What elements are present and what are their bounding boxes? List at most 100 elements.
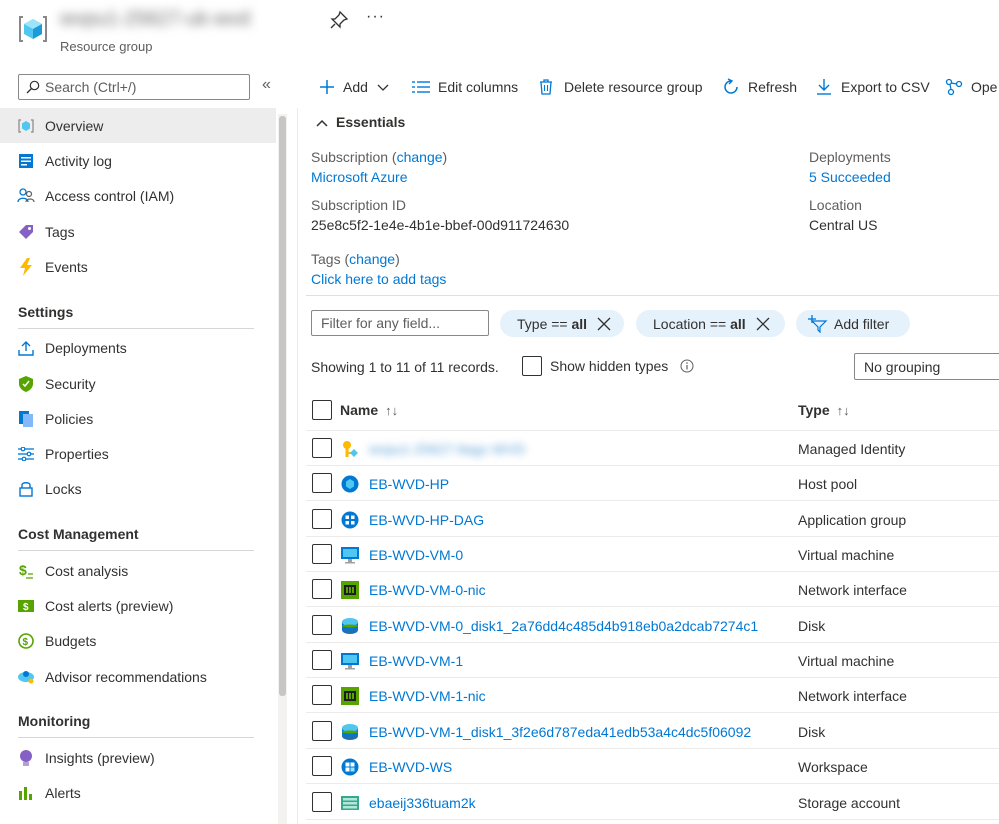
sidebar-item-cost-analysis[interactable]: $ Cost analysis (0, 553, 276, 588)
sidebar-item-policies[interactable]: Policies (0, 401, 276, 436)
collapse-sidebar-icon[interactable]: « (262, 76, 271, 94)
table-row[interactable]: EB-WVD-VM-0-nic Network interface (306, 572, 999, 607)
info-icon[interactable] (680, 359, 694, 373)
sidebar-item-advisor[interactable]: Advisor recommendations (0, 659, 276, 694)
add-filter-button[interactable]: Add filter (796, 310, 910, 337)
sidebar-item-budgets[interactable]: $ Budgets (0, 623, 276, 658)
sidebar-item-events[interactable]: Events (0, 249, 276, 284)
row-checkbox[interactable] (312, 615, 332, 635)
resource-name-link[interactable]: EB-WVD-HP (369, 476, 449, 492)
sidebar-item-insights[interactable]: Insights (preview) (0, 740, 276, 775)
sidebar-item-properties[interactable]: Properties (0, 436, 276, 471)
column-header-type[interactable]: Type ↑↓ (798, 402, 850, 418)
show-hidden-types-checkbox[interactable] (522, 356, 542, 376)
row-checkbox[interactable] (312, 509, 332, 529)
subscription-value-link[interactable]: Microsoft Azure (311, 169, 407, 185)
resource-name-link[interactable]: ebaeij336tuam2k (369, 795, 476, 811)
resource-type: Disk (798, 618, 826, 634)
row-checkbox[interactable] (312, 756, 332, 776)
tag-icon (17, 223, 35, 241)
sidebar-search[interactable] (18, 74, 250, 100)
table-row[interactable]: EB-WVD-VM-1_disk1_3f2e6d787eda41edb53a4c… (306, 714, 999, 749)
resource-name-link[interactable]: EB-WVD-VM-1_disk1_3f2e6d787eda41edb53a4c… (369, 724, 751, 740)
sidebar-item-tags[interactable]: Tags (0, 214, 276, 249)
column-header-name[interactable]: Name ↑↓ (340, 402, 398, 418)
refresh-button[interactable]: Refresh (722, 72, 797, 102)
table-row[interactable]: ebaeij336tuam2k Storage account (306, 785, 999, 820)
row-checkbox[interactable] (312, 473, 332, 493)
sidebar-item-deployments[interactable]: Deployments (0, 330, 276, 365)
row-checkbox[interactable] (312, 685, 332, 705)
sidebar-item-overview[interactable]: Overview (0, 108, 276, 143)
row-checkbox[interactable] (312, 438, 332, 458)
table-row[interactable]: EB-WVD-WS Workspace (306, 749, 999, 784)
resource-name-link[interactable]: EB-WVD-HP-DAG (369, 512, 484, 528)
edit-columns-button[interactable]: Edit columns (412, 72, 518, 102)
add-tags-link[interactable]: Click here to add tags (311, 271, 446, 287)
type-filter-pill[interactable]: Type == all (500, 310, 624, 337)
resource-name-link[interactable]: EB-WVD-VM-0 (369, 547, 463, 563)
sidebar-item-access-control[interactable]: Access control (IAM) (0, 178, 276, 213)
row-checkbox[interactable] (312, 792, 332, 812)
search-input[interactable] (45, 77, 245, 97)
resource-name-link[interactable]: EB-WVD-VM-0-nic (369, 582, 486, 598)
close-icon[interactable] (756, 317, 770, 331)
deployments-value-link[interactable]: 5 Succeeded (809, 169, 891, 185)
policies-icon (17, 410, 35, 428)
essentials-toggle[interactable]: Essentials (316, 114, 405, 130)
sidebar-item-locks[interactable]: Locks (0, 471, 276, 506)
subscription-id-label: Subscription ID (311, 197, 406, 213)
sidebar-item-alerts[interactable]: Alerts (0, 775, 276, 810)
deployments-label: Deployments (809, 149, 891, 165)
filter-input[interactable] (311, 310, 489, 336)
resource-type: Host pool (798, 476, 858, 492)
sidebar-item-label: Insights (preview) (45, 749, 155, 766)
pin-icon[interactable] (329, 10, 349, 30)
page-header: wvpu1-25627-uk-wvd Resource group ··· (0, 0, 999, 64)
command-bar: Add Edit columns Delete resource group R… (306, 72, 999, 102)
table-row[interactable]: EB-WVD-VM-0_disk1_2a76dd4c485d4b918eb0a2… (306, 608, 999, 643)
events-icon (17, 257, 35, 276)
resource-name-link[interactable]: EB-WVD-VM-0_disk1_2a76dd4c485d4b918eb0a2… (369, 618, 758, 634)
add-button[interactable]: Add (319, 72, 389, 102)
row-checkbox[interactable] (312, 544, 332, 564)
table-row[interactable]: EB-WVD-HP Host pool (306, 466, 999, 501)
scrollbar-thumb[interactable] (279, 116, 286, 696)
sidebar-item-activity-log[interactable]: Activity log (0, 143, 276, 178)
sidebar-item-security[interactable]: Security (0, 366, 276, 401)
table-row[interactable]: EB-WVD-VM-1 Virtual machine (306, 643, 999, 678)
resource-type: Virtual machine (798, 653, 895, 669)
grouping-dropdown[interactable]: No grouping (854, 353, 999, 380)
export-csv-button[interactable]: Export to CSV (816, 72, 930, 102)
sidebar-scrollbar[interactable] (278, 114, 287, 824)
select-all-checkbox[interactable] (312, 400, 332, 420)
resource-name-link[interactable]: EB-WVD-WS (369, 759, 452, 775)
activity-log-icon (17, 152, 35, 170)
table-row[interactable]: EB-WVD-VM-0 Virtual machine (306, 537, 999, 572)
sidebar-item-cost-alerts[interactable]: $ Cost alerts (preview) (0, 588, 276, 623)
table-row[interactable]: EB-WVD-HP-DAG Application group (306, 502, 999, 537)
table-row[interactable]: wvpu1-25627-ttagc-WVD Managed Identity (306, 431, 999, 466)
sidebar-item-label: Tags (45, 223, 75, 240)
tags-change-link[interactable]: change (349, 251, 395, 267)
close-icon[interactable] (597, 317, 611, 331)
alerts-icon (17, 784, 35, 802)
row-checkbox[interactable] (312, 579, 332, 599)
delete-resource-group-button[interactable]: Delete resource group (539, 72, 703, 102)
row-checkbox[interactable] (312, 721, 332, 741)
sort-icon: ↑↓ (385, 402, 399, 418)
edit-columns-label: Edit columns (438, 79, 519, 95)
records-count: Showing 1 to 11 of 11 records. (311, 359, 499, 375)
sidebar-item-label: Security (45, 375, 96, 392)
resource-type: Managed Identity (798, 441, 906, 457)
resource-name-link[interactable]: EB-WVD-VM-1 (369, 653, 463, 669)
cost-analysis-icon: $ (17, 562, 35, 580)
location-filter-pill[interactable]: Location == all (636, 310, 785, 337)
subscription-change-link[interactable]: change (397, 149, 443, 165)
resource-name-link[interactable]: EB-WVD-VM-1-nic (369, 688, 486, 704)
resource-name-link[interactable]: wvpu1-25627-ttagc-WVD (369, 441, 525, 457)
open-query-button[interactable]: Ope (945, 72, 997, 102)
table-row[interactable]: EB-WVD-VM-1-nic Network interface (306, 678, 999, 713)
more-options-icon[interactable]: ··· (366, 8, 385, 26)
row-checkbox[interactable] (312, 650, 332, 670)
